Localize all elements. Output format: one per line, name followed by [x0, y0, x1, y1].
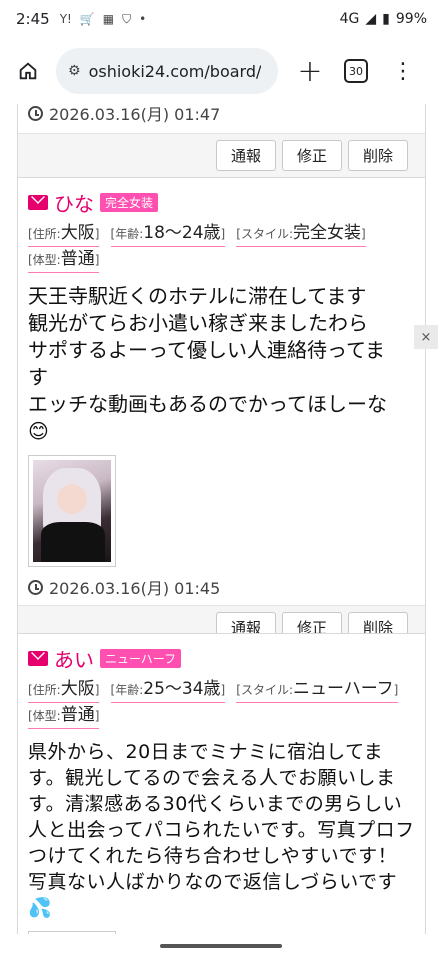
site-settings-icon[interactable]: ⚙ — [68, 63, 81, 79]
profile-attributes: [住所:大阪] [年齢:25〜34歳] [スタイル:ニューハーフ] [体型:普通… — [28, 677, 415, 729]
page-content: 2026.03.16(月) 01:47 通報 修正 削除 ひな 完全女装 [住所… — [0, 104, 443, 934]
clock-icon — [28, 105, 43, 121]
dot-icon: • — [139, 12, 147, 26]
cart-icon: 🛒 — [79, 12, 95, 26]
post-header: あい ニューハーフ — [28, 644, 415, 673]
attr-age: [年齢:25〜34歳] — [110, 677, 226, 703]
style-tag: 完全女装 — [100, 193, 159, 212]
network-label: 4G — [339, 11, 360, 27]
post-photo[interactable] — [28, 455, 116, 567]
status-time: 2:45 — [16, 10, 50, 28]
attr-address: [住所:大阪] — [28, 221, 100, 247]
post-timestamp: 2026.03.16(月) 01:45 — [28, 575, 415, 599]
attr-body-type: [体型:普通] — [28, 703, 100, 729]
attr-style: [スタイル:完全女装] — [236, 221, 366, 247]
home-gesture-handle[interactable] — [160, 944, 282, 948]
post-header: ひな 完全女装 — [28, 188, 415, 217]
mail-icon[interactable] — [28, 651, 48, 666]
post-card: ひな 完全女装 [住所:大阪] [年齢:18〜24歳] [スタイル:完全女装] … — [17, 177, 426, 650]
post-body: 天王寺駅近くのホテルに滞在してます 観光がてらお小遣い稼ぎ来ましたわら サポする… — [28, 284, 387, 443]
status-bar: 2:45 Y! 🛒 ▦ ⛉ • 4G ◢ ▮ 99% — [0, 0, 443, 38]
yahoo-icon: Y! — [59, 12, 72, 26]
post-card: あい ニューハーフ [住所:大阪] [年齢:25〜34歳] [スタイル:ニューハ… — [17, 633, 426, 934]
more-menu-icon[interactable]: ⋮ — [392, 59, 414, 84]
edit-button[interactable]: 修正 — [281, 140, 342, 171]
notification-icons: Y! 🛒 ▦ ⛉ • — [60, 12, 147, 27]
post-actions: 通報 修正 削除 — [18, 133, 425, 177]
signal-icon: ◢ — [365, 11, 377, 27]
ad-close-button[interactable]: × — [414, 325, 438, 349]
shield-icon: ⛉ — [122, 11, 132, 26]
calendar-icon: ▦ — [102, 12, 115, 26]
style-tag: ニューハーフ — [100, 649, 182, 668]
clock-icon — [28, 579, 43, 595]
profile-attributes: [住所:大阪] [年齢:18〜24歳] [スタイル:完全女装] [体型:普通] — [28, 221, 415, 273]
home-icon[interactable] — [10, 53, 46, 89]
battery-icon: ▮ — [382, 11, 390, 27]
report-button[interactable]: 通報 — [215, 140, 276, 171]
browser-toolbar: ⚙ oshioki24.com/board/ + 30 ⋮ — [0, 38, 443, 104]
mail-icon[interactable] — [28, 195, 48, 210]
gesture-nav-bar — [0, 934, 443, 960]
delete-button[interactable]: 削除 — [347, 140, 408, 171]
photo-image — [33, 460, 111, 562]
attr-age: [年齢:18〜24歳] — [110, 221, 226, 247]
user-name[interactable]: ひな — [54, 188, 94, 217]
attr-address: [住所:大阪] — [28, 677, 100, 703]
attr-body-type: [体型:普通] — [28, 247, 100, 273]
tab-switcher-button[interactable]: 30 — [344, 59, 368, 83]
post-body: 県外から、20日までミナミに宿泊してます。観光してるので会える人でお願いします。… — [28, 741, 415, 919]
new-tab-button[interactable]: + — [292, 54, 328, 89]
post-card: 2026.03.16(月) 01:47 通報 修正 削除 — [17, 104, 426, 178]
attr-style: [スタイル:ニューハーフ] — [236, 677, 399, 703]
address-bar[interactable]: ⚙ oshioki24.com/board/ — [56, 48, 278, 94]
battery-label: 99% — [395, 11, 427, 27]
url-text: oshioki24.com/board/ — [88, 61, 262, 81]
user-name[interactable]: あい — [54, 644, 94, 673]
post-timestamp: 2026.03.16(月) 01:47 — [28, 104, 415, 125]
